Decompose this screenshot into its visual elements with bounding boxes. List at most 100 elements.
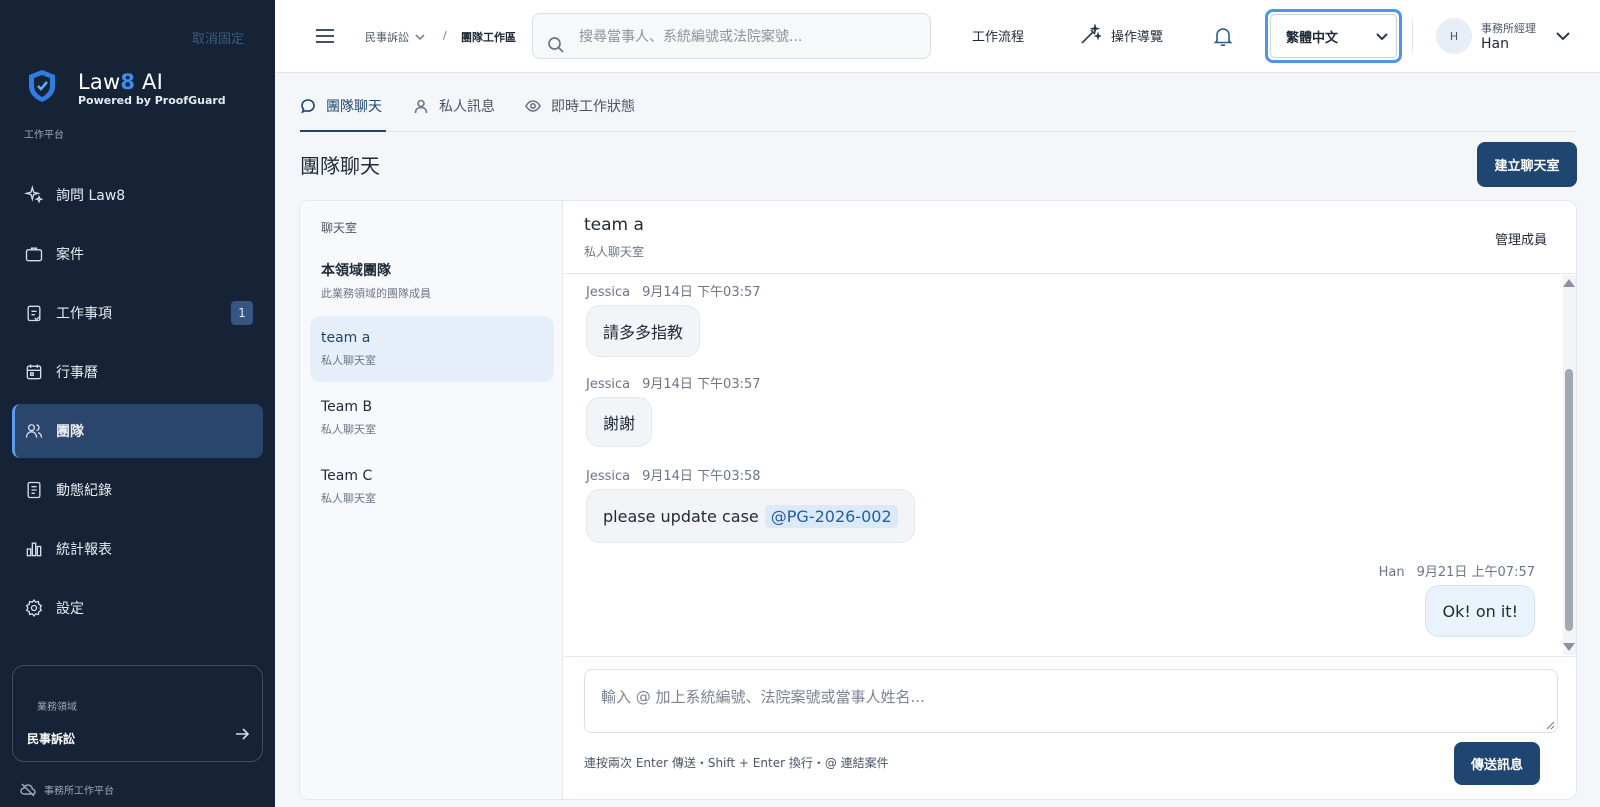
resize-handle-icon[interactable] [1545,720,1555,730]
user-menu-chevron-icon[interactable] [1555,28,1571,44]
message-list: Jessica 9月14日 下午03:57 請多多指教 Jessica 9月14日 … [564,275,1576,655]
message-author: Jessica [586,377,631,392]
brand: Law8 AI Powered by ProofGuard [78,70,226,108]
scroll-up-arrow-icon[interactable] [1563,279,1575,287]
case-mention-link[interactable]: @PG-2026-002 [764,504,898,528]
search-icon [548,37,564,53]
header-divider [1412,20,1413,52]
room-item-team-b[interactable]: Team B 私人聊天室 [310,385,554,451]
message-text: please update case [603,506,759,526]
chat-panel: 聊天室 本領域團隊 此業務領域的團隊成員 team a 私人聊天室 Team B… [299,200,1577,800]
global-search-input[interactable]: 搜尋當事人、系統編號或法院案號... [532,13,931,59]
practice-area-label: 業務領域 [37,702,77,713]
room-description: 私人聊天室 [321,423,376,436]
sidebar-item-cases[interactable]: 案件 [12,227,263,281]
breadcrumb-separator: / [443,29,447,42]
message-bubble: 謝謝 [586,397,653,447]
message-text: Ok! on it! [1442,601,1518,621]
gear-icon [25,599,43,617]
message-meta: Jessica 9月14日 下午03:57 [586,281,761,300]
workflow-link[interactable]: 工作流程 [972,26,1024,45]
eye-icon [525,100,541,112]
clipboard-icon [27,305,41,322]
unpin-button[interactable]: 取消固定 [192,28,244,47]
brand-subtitle: Powered by ProofGuard [78,94,226,107]
sidebar-item-label: 設定 [56,601,84,617]
message-meta: Han 9月21日 上午07:57 [1379,561,1535,580]
room-description: 私人聊天室 [321,492,376,505]
message-text: 謝謝 [603,414,636,433]
sidebar-item-label: 行事曆 [56,365,98,381]
sidebar-item-label: 案件 [56,247,84,263]
briefcase-icon [25,247,43,262]
top-header: 民事訴訟 / 團隊工作區 搜尋當事人、系統編號或法院案號... 工作流程 操作導… [275,0,1600,73]
sidebar-item-reports[interactable]: 統計報表 [12,522,263,576]
sparkle-icon [24,185,44,204]
tab-team-chat[interactable]: 團隊聊天 [300,96,386,132]
sidebar-item-label: 動態紀錄 [56,483,112,499]
notification-bell-icon[interactable] [1212,25,1234,47]
message-scrollbar[interactable] [1563,275,1576,655]
message-text: 請多多指教 [603,323,684,342]
firm-footer-label: 事務所工作平台 [44,786,114,797]
platform-label: 工作平台 [24,130,64,141]
sidebar-item-label: 工作事項 [56,306,112,322]
tab-private-messages[interactable]: 私人訊息 [413,96,495,132]
user-name: Han [1481,36,1509,52]
scrollbar-thumb[interactable] [1565,369,1573,631]
room-name: Team B [321,399,373,415]
sidebar: 取消固定 Law8 AI Powered by ProofGuard 工作平台 … [0,0,275,807]
sidebar-item-team[interactable]: 團隊 [12,404,263,458]
hamburger-menu-icon[interactable] [315,26,335,46]
sidebar-item-tasks[interactable]: 工作事項 1 [12,286,263,340]
document-icon [27,481,41,499]
room-item-domain-team[interactable]: 本領域團隊 此業務領域的團隊成員 [310,249,554,315]
avatar[interactable]: H [1436,18,1472,54]
message-bubble: please update case @PG-2026-002 [586,489,915,543]
create-chatroom-button[interactable]: 建立聊天室 [1477,142,1577,187]
message-time: 9月21日 上午07:57 [1416,565,1535,580]
send-message-button[interactable]: 傳送訊息 [1454,742,1540,785]
sidebar-nav: 詢問 Law8 案件 工作事項 1 行事曆 團隊 動態紀錄 統計報表 設定 [12,168,263,640]
chat-header: team a 私人聊天室 管理成員 [564,201,1576,274]
room-name: 本領域團隊 [321,263,391,279]
sidebar-item-settings[interactable]: 設定 [12,581,263,635]
room-description: 私人聊天室 [321,354,376,367]
message-time: 9月14日 下午03:57 [642,377,761,392]
team-tabs: 團隊聊天 私人訊息 即時工作狀態 [300,84,1576,132]
message-time: 9月14日 下午03:58 [642,469,761,484]
message-author: Jessica [586,285,631,300]
sidebar-item-label: 團隊 [56,424,84,440]
shield-logo-icon [29,70,55,102]
breadcrumb-current: 團隊工作區 [461,31,516,44]
message-author: Jessica [586,469,631,484]
guide-link[interactable]: 操作導覽 [1079,24,1163,46]
practice-area-selector[interactable]: 業務領域 民事訴訟 [12,665,263,762]
manage-members-button[interactable]: 管理成員 [1495,229,1547,248]
room-item-team-c[interactable]: Team C 私人聊天室 [310,454,554,520]
message-time: 9月14日 下午03:57 [642,285,761,300]
practice-area-value: 民事訴訟 [27,732,76,746]
sidebar-item-activity-log[interactable]: 動態紀錄 [12,463,263,517]
room-item-team-a[interactable]: team a 私人聊天室 [310,316,554,382]
sidebar-item-calendar[interactable]: 行事曆 [12,345,263,399]
sidebar-item-label: 詢問 Law8 [56,188,126,204]
users-icon [25,424,43,438]
scroll-down-arrow-icon[interactable] [1563,643,1575,651]
message-meta: Jessica 9月14日 下午03:58 [586,465,761,484]
composer-hint: 連按兩次 Enter 傳送・Shift + Enter 換行・@ 連結案件 [584,756,889,770]
sidebar-item-label: 統計報表 [56,542,112,558]
room-list-header: 聊天室 [321,221,358,235]
message-author: Han [1378,565,1405,580]
chat-subtitle: 私人聊天室 [584,245,645,259]
cloud-off-icon [20,782,36,797]
breadcrumb-practice-area[interactable]: 民事訴訟 [365,29,425,45]
search-placeholder: 搜尋當事人、系統編號或法院案號... [579,29,803,45]
message-input[interactable]: 輸入 @ 加上系統編號、法院案號或當事人姓名... [584,669,1558,733]
room-name: team a [321,330,371,346]
tab-live-status[interactable]: 即時工作狀態 [525,96,635,132]
sidebar-item-ask-law8[interactable]: 詢問 Law8 [12,168,263,222]
chevron-down-icon [415,34,425,41]
language-value: 繁體中文 [1286,31,1339,46]
language-select[interactable]: 繁體中文 [1265,9,1402,63]
